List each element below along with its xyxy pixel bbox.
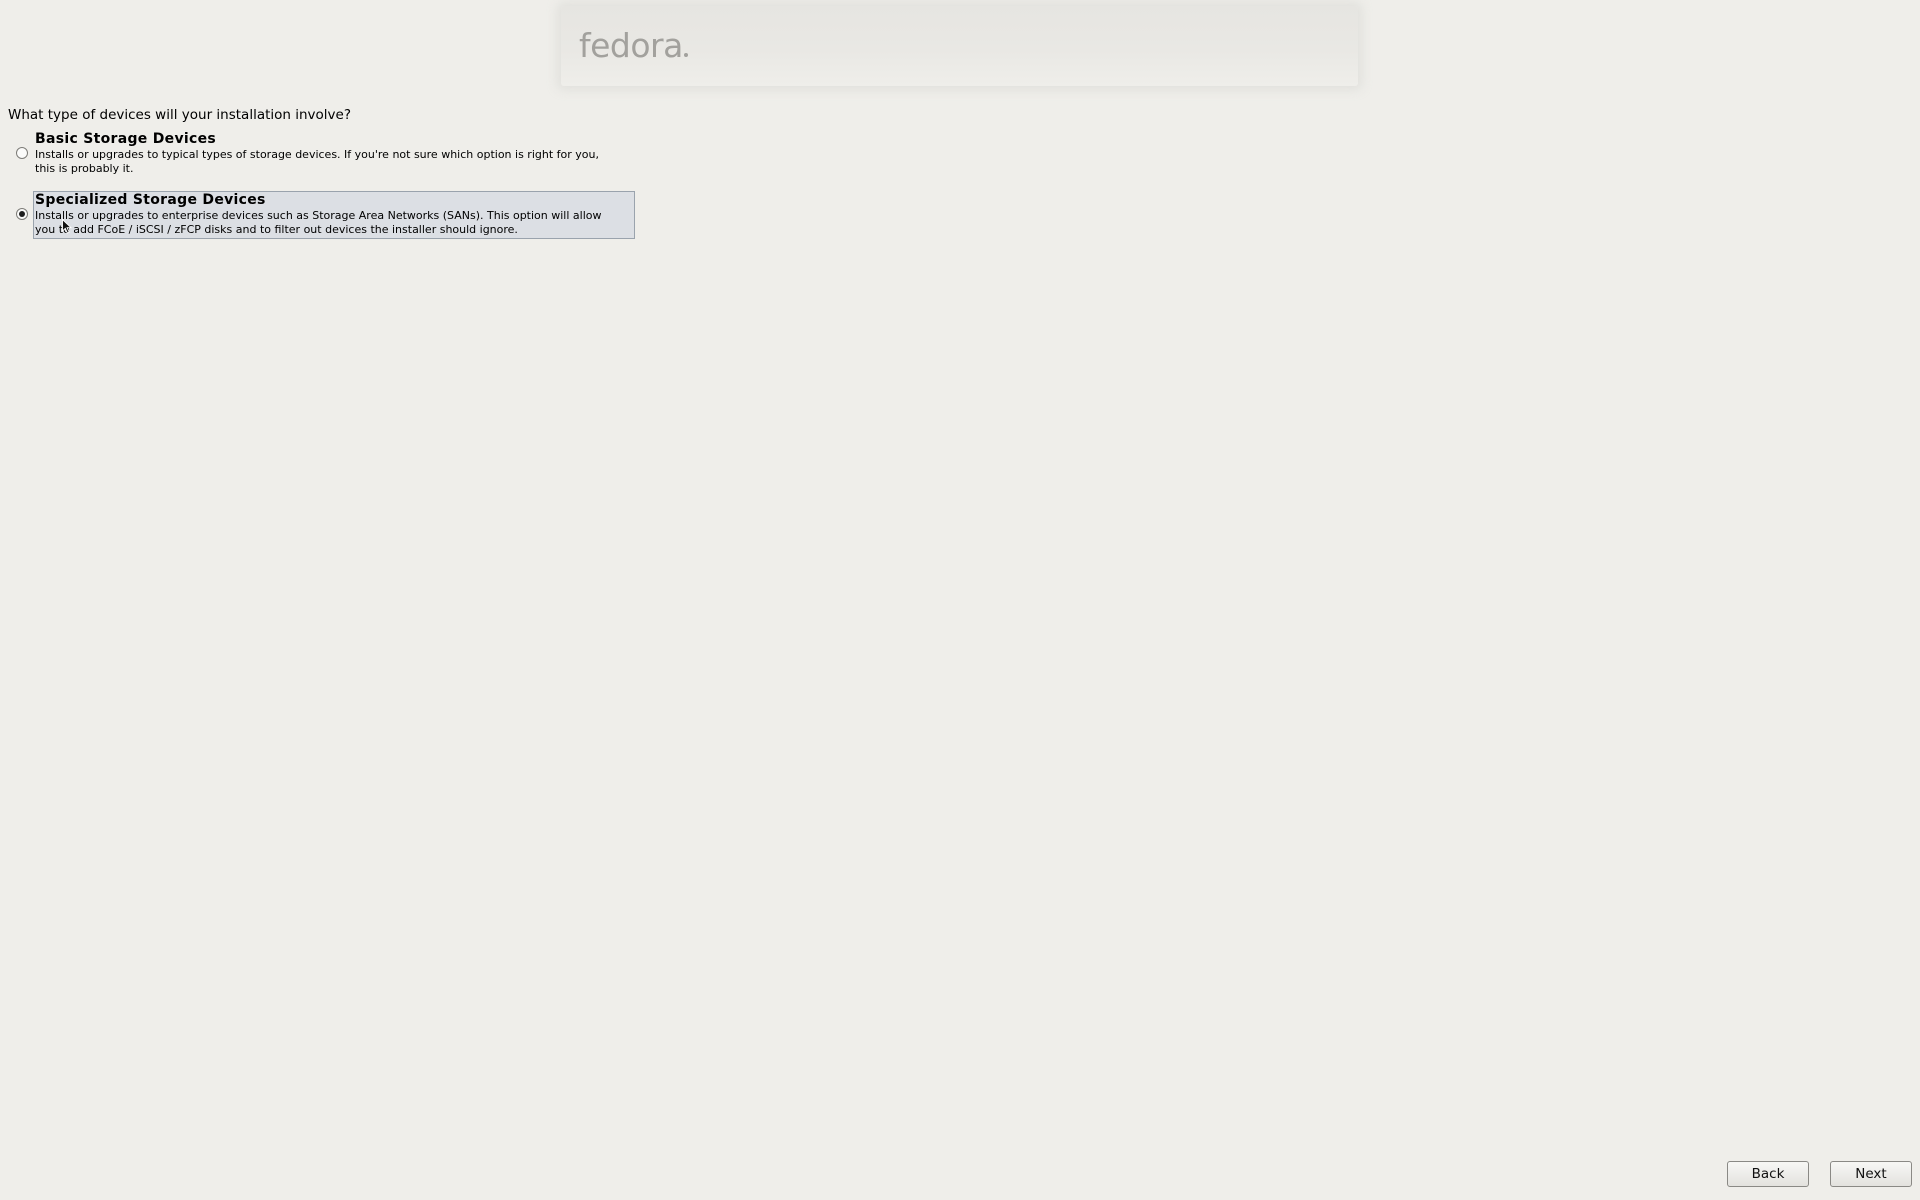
installer-page: fedora What type of devices will your in… bbox=[0, 0, 1920, 1200]
radio-checked-icon[interactable] bbox=[16, 208, 28, 220]
logo-text: fedora bbox=[579, 26, 683, 65]
back-button[interactable]: Back bbox=[1727, 1161, 1809, 1187]
mouse-cursor-icon bbox=[62, 219, 73, 234]
header-banner: fedora bbox=[561, 6, 1358, 86]
basic-storage-option-box[interactable]: Basic Storage Devices Installs or upgrad… bbox=[33, 131, 635, 179]
option-description: Installs or upgrades to typical types of… bbox=[35, 148, 599, 175]
option-title: Basic Storage Devices bbox=[35, 131, 217, 147]
logo-dot-icon bbox=[683, 53, 688, 57]
specialized-storage-option-box[interactable]: Specialized Storage Devices Installs or … bbox=[33, 191, 635, 239]
next-button[interactable]: Next bbox=[1830, 1161, 1912, 1187]
radio-unchecked-icon[interactable] bbox=[16, 147, 28, 159]
fedora-logo: fedora bbox=[579, 26, 688, 65]
option-title: Specialized Storage Devices bbox=[35, 192, 266, 208]
storage-question: What type of devices will your installat… bbox=[8, 107, 352, 123]
option-description: Installs or upgrades to enterprise devic… bbox=[35, 209, 602, 236]
